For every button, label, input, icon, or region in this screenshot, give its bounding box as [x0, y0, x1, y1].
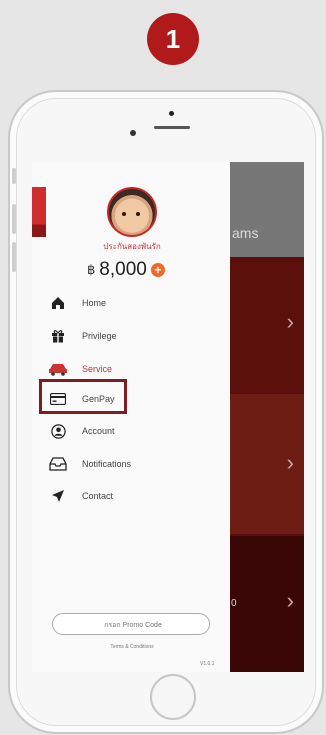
points-balance: ฿ 8,000 +: [87, 259, 165, 281]
menu-item-contact[interactable]: Contact: [48, 485, 208, 507]
home-button[interactable]: [150, 674, 196, 720]
main-content: ams › › 0 ›: [230, 162, 304, 672]
menu-item-label: Notifications: [82, 459, 132, 469]
content-card[interactable]: ›: [230, 257, 304, 392]
menu-item-label: Account: [82, 426, 115, 436]
menu-item-account[interactable]: Account: [48, 420, 208, 442]
inbox-icon: [48, 457, 68, 471]
banner-strip: [32, 187, 46, 237]
step-number-badge: 1: [147, 13, 199, 65]
main-header: ams: [230, 162, 304, 257]
content-card[interactable]: ›: [230, 394, 304, 534]
balance-value: 8,000: [99, 259, 147, 280]
promo-code-field[interactable]: [52, 613, 213, 637]
menu-item-notifications[interactable]: Notifications: [48, 453, 208, 475]
chevron-right-icon: ›: [286, 450, 294, 475]
promo-code-input[interactable]: [53, 614, 213, 637]
terms-link[interactable]: Terms & Conditions: [72, 644, 192, 650]
service-icon: [48, 362, 68, 376]
menu-item-home[interactable]: Home: [48, 292, 208, 314]
menu-item-privilege[interactable]: Privilege: [48, 325, 208, 347]
menu-item-service[interactable]: Service: [48, 358, 208, 380]
coin-icon: ฿: [87, 262, 96, 277]
chevron-right-icon: ›: [286, 309, 294, 334]
camera-sensor: [130, 130, 136, 136]
main-header-text: ams: [232, 225, 259, 241]
account-icon: [48, 423, 68, 439]
user-name: ประกันสองพันรัก: [103, 242, 161, 251]
send-icon: [48, 489, 68, 503]
volume-down-button: [12, 242, 16, 272]
menu-item-label: Contact: [82, 491, 114, 501]
content-card[interactable]: 0 ›: [230, 536, 304, 672]
volume-up-button: [12, 204, 16, 234]
avatar-eye: [122, 212, 126, 216]
home-icon: [48, 296, 68, 310]
avatar-eye: [136, 212, 140, 216]
app-screen: ams › › 0 › ประกันสองพันรัก ฿ 8,000 + Ho…: [32, 162, 304, 672]
card-text: 0: [231, 598, 237, 609]
highlight-box: [39, 379, 127, 414]
menu-item-label: Home: [82, 298, 107, 308]
menu-item-label: Service: [82, 364, 113, 374]
mute-switch: [12, 168, 16, 184]
avatar[interactable]: [107, 187, 157, 237]
app-version: V1.0.1: [200, 661, 215, 667]
menu-item-label: Privilege: [82, 331, 117, 341]
earpiece-speaker: [154, 126, 190, 129]
front-camera: [169, 111, 174, 116]
add-points-icon[interactable]: +: [150, 263, 165, 277]
gift-icon: [48, 329, 68, 343]
side-drawer: ประกันสองพันรัก ฿ 8,000 + Home Privilege…: [32, 162, 230, 672]
chevron-right-icon: ›: [286, 588, 294, 613]
